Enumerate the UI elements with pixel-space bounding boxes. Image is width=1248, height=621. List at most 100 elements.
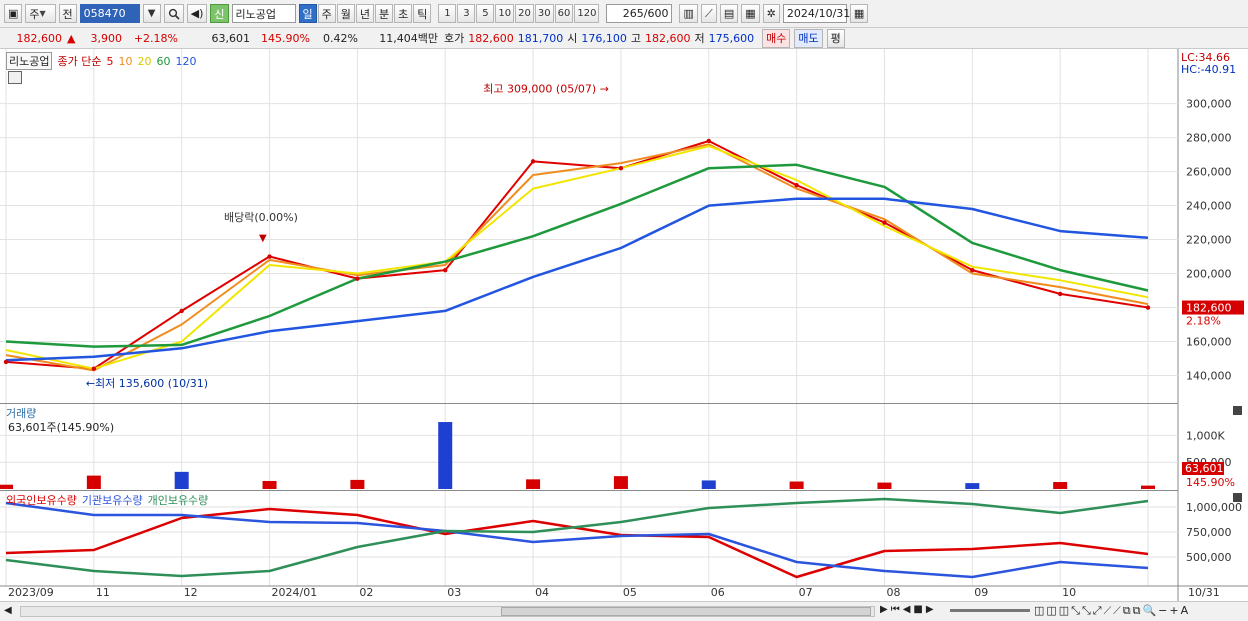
market-mode-select[interactable]: 주 ▼ bbox=[25, 4, 56, 23]
x-tick-label: 12 bbox=[184, 586, 198, 599]
close-icon[interactable] bbox=[1233, 493, 1242, 502]
x-tick-label: 08 bbox=[886, 586, 900, 599]
volume-bar bbox=[877, 482, 892, 489]
plot-area bbox=[0, 49, 1178, 601]
current-pct-label: 2.18% bbox=[1186, 315, 1221, 328]
interval-button[interactable]: 5 bbox=[476, 4, 495, 23]
period-tabs: 일주월년분초틱 bbox=[298, 4, 432, 23]
chart-type-icon[interactable]: ▥ bbox=[679, 4, 698, 23]
volume-bar bbox=[0, 484, 13, 489]
evaluate-button[interactable]: 평 bbox=[826, 28, 845, 48]
price-tick-label: 260,000 bbox=[1186, 166, 1232, 179]
count-input[interactable]: 265/600 bbox=[606, 4, 673, 23]
toolbar: ▣ 주 ▼ 전 058470 ▼ ◀) 신 리노공업 일주월년분초틱 1 3 5 10 2… bbox=[0, 0, 1248, 28]
interval-button[interactable]: 30 bbox=[534, 4, 554, 23]
foreign-holdings-label: 외국인보유수량 bbox=[6, 494, 77, 507]
volume-last-label: 63,601 bbox=[1185, 462, 1224, 475]
quote-bar: 182,600 ▲ 3,900 +2.18% 63,601 145.90% 0.… bbox=[0, 28, 1248, 49]
volume-bar bbox=[174, 471, 189, 489]
x-tick-label: 07 bbox=[799, 586, 813, 599]
interval-button[interactable]: 20 bbox=[515, 4, 534, 23]
holdings-tick-label: 1,000,000 bbox=[1186, 501, 1242, 514]
zoom-slider[interactable] bbox=[950, 609, 1030, 612]
close-icon[interactable] bbox=[1233, 406, 1242, 415]
individual-holdings-label: 개인보유수량 bbox=[147, 494, 209, 507]
volume-bar bbox=[86, 475, 101, 489]
price-tick-label: 280,000 bbox=[1186, 132, 1232, 145]
period-tab[interactable]: 틱 bbox=[413, 4, 432, 23]
volume-last-pct: 145.90% bbox=[1186, 476, 1235, 489]
period-tab[interactable]: 월 bbox=[336, 4, 355, 23]
institution-holdings-label: 기관보유수량 bbox=[81, 494, 143, 507]
price-legend: 리노공업 종가 단순 5 10 20 60 120 bbox=[6, 52, 196, 70]
high-price: 182,600 bbox=[645, 31, 691, 45]
volume-bar bbox=[526, 479, 541, 489]
ma-label: 종가 단순 bbox=[57, 55, 102, 68]
sound-icon[interactable]: ◀) bbox=[186, 4, 208, 23]
save-icon[interactable]: ▦ bbox=[741, 4, 760, 23]
interval-button[interactable]: 10 bbox=[495, 4, 515, 23]
x-tick-label: 05 bbox=[623, 586, 637, 599]
period-tab[interactable]: 년 bbox=[355, 4, 375, 23]
price-point bbox=[3, 359, 9, 365]
holdings-tick-label: 750,000 bbox=[1186, 526, 1232, 539]
price-point bbox=[530, 159, 536, 164]
window-icon[interactable]: ▣ bbox=[4, 4, 23, 23]
open-price: 176,100 bbox=[581, 31, 627, 45]
prev-button[interactable]: 전 bbox=[58, 4, 77, 23]
calendar-icon[interactable]: ▦ bbox=[849, 4, 869, 23]
x-tick-label: 10/31 bbox=[1188, 586, 1220, 599]
current-price-label: 182,600 bbox=[1186, 302, 1232, 315]
interval-button[interactable]: 60 bbox=[554, 4, 574, 23]
draw-icon[interactable]: ⟋ bbox=[700, 4, 717, 23]
period-tab[interactable]: 초 bbox=[394, 4, 413, 23]
dividend-arrow-icon: ▼ bbox=[259, 233, 267, 244]
print-icon[interactable]: ▤ bbox=[719, 4, 739, 23]
price-tick-label: 160,000 bbox=[1186, 336, 1232, 349]
search-icon[interactable] bbox=[163, 4, 184, 23]
sell-button[interactable]: 매도 bbox=[794, 28, 823, 48]
buy-button[interactable]: 매수 bbox=[762, 28, 791, 48]
hc-value: HC:-40.91 bbox=[1181, 63, 1237, 76]
period-tab[interactable]: 분 bbox=[375, 4, 394, 23]
volume-tick-label: 1,000K bbox=[1186, 429, 1225, 442]
price-tick-label: 220,000 bbox=[1186, 234, 1232, 247]
horizontal-scrollbar[interactable] bbox=[20, 606, 875, 617]
x-tick-label: 2024/01 bbox=[272, 586, 318, 599]
price-point bbox=[443, 267, 448, 273]
volume-panel-value: 63,601주(145.90%) bbox=[8, 421, 115, 434]
date-input[interactable]: 2024/10/31 bbox=[782, 4, 850, 23]
panel-divider bbox=[0, 403, 1178, 404]
ma5-label: 5 bbox=[106, 54, 114, 68]
tool-icons[interactable]: ◫◫◫⤡⤡⤢⟋⟋⧉⧉🔍−+A bbox=[1034, 604, 1190, 618]
price-tick-label: 300,000 bbox=[1186, 98, 1232, 111]
price-point bbox=[1057, 291, 1063, 297]
change-percent: +2.18% bbox=[133, 31, 178, 45]
interval-button[interactable]: 120 bbox=[574, 4, 600, 23]
period-tab[interactable]: 주 bbox=[317, 4, 336, 23]
gear-icon[interactable]: ✲ bbox=[762, 4, 780, 23]
scroll-left-icon[interactable]: ◀ bbox=[4, 605, 16, 617]
price-point bbox=[267, 254, 272, 259]
price-point bbox=[618, 165, 624, 171]
trade-amount: 11,404백만 bbox=[379, 32, 438, 45]
grid-toggle-icon[interactable] bbox=[8, 71, 22, 84]
scrollbar-thumb[interactable] bbox=[501, 607, 871, 616]
price-point bbox=[882, 220, 887, 225]
interval-button[interactable]: 1 bbox=[438, 4, 457, 23]
stock-chart[interactable]: 최고 309,000 (05/07) → ←최저 135,600 (10/31) 배… bbox=[0, 49, 1248, 601]
bottom-bar: ◀ ▶⏮◀■▶ ◫◫◫⤡⤡⤢⟋⟋⧉⧉🔍−+A bbox=[0, 601, 1248, 621]
stock-code-input[interactable]: 058470 bbox=[79, 4, 140, 23]
nav-buttons[interactable]: ▶⏮◀■▶ bbox=[880, 604, 937, 615]
price-point bbox=[355, 276, 360, 281]
stock-name-tag: 리노공업 bbox=[6, 52, 53, 70]
x-tick-label: 2023/09 bbox=[8, 586, 54, 599]
period-tab[interactable]: 일 bbox=[298, 4, 317, 23]
low-label: 저 bbox=[694, 32, 705, 45]
max-annotation: 최고 309,000 (05/07) → bbox=[483, 82, 609, 95]
x-tick-label: 09 bbox=[974, 586, 988, 599]
interval-button[interactable]: 3 bbox=[457, 4, 476, 23]
high-label: 고 bbox=[630, 32, 641, 45]
volume-bar bbox=[613, 476, 628, 489]
chevron-down-icon[interactable]: ▼ bbox=[142, 4, 161, 23]
